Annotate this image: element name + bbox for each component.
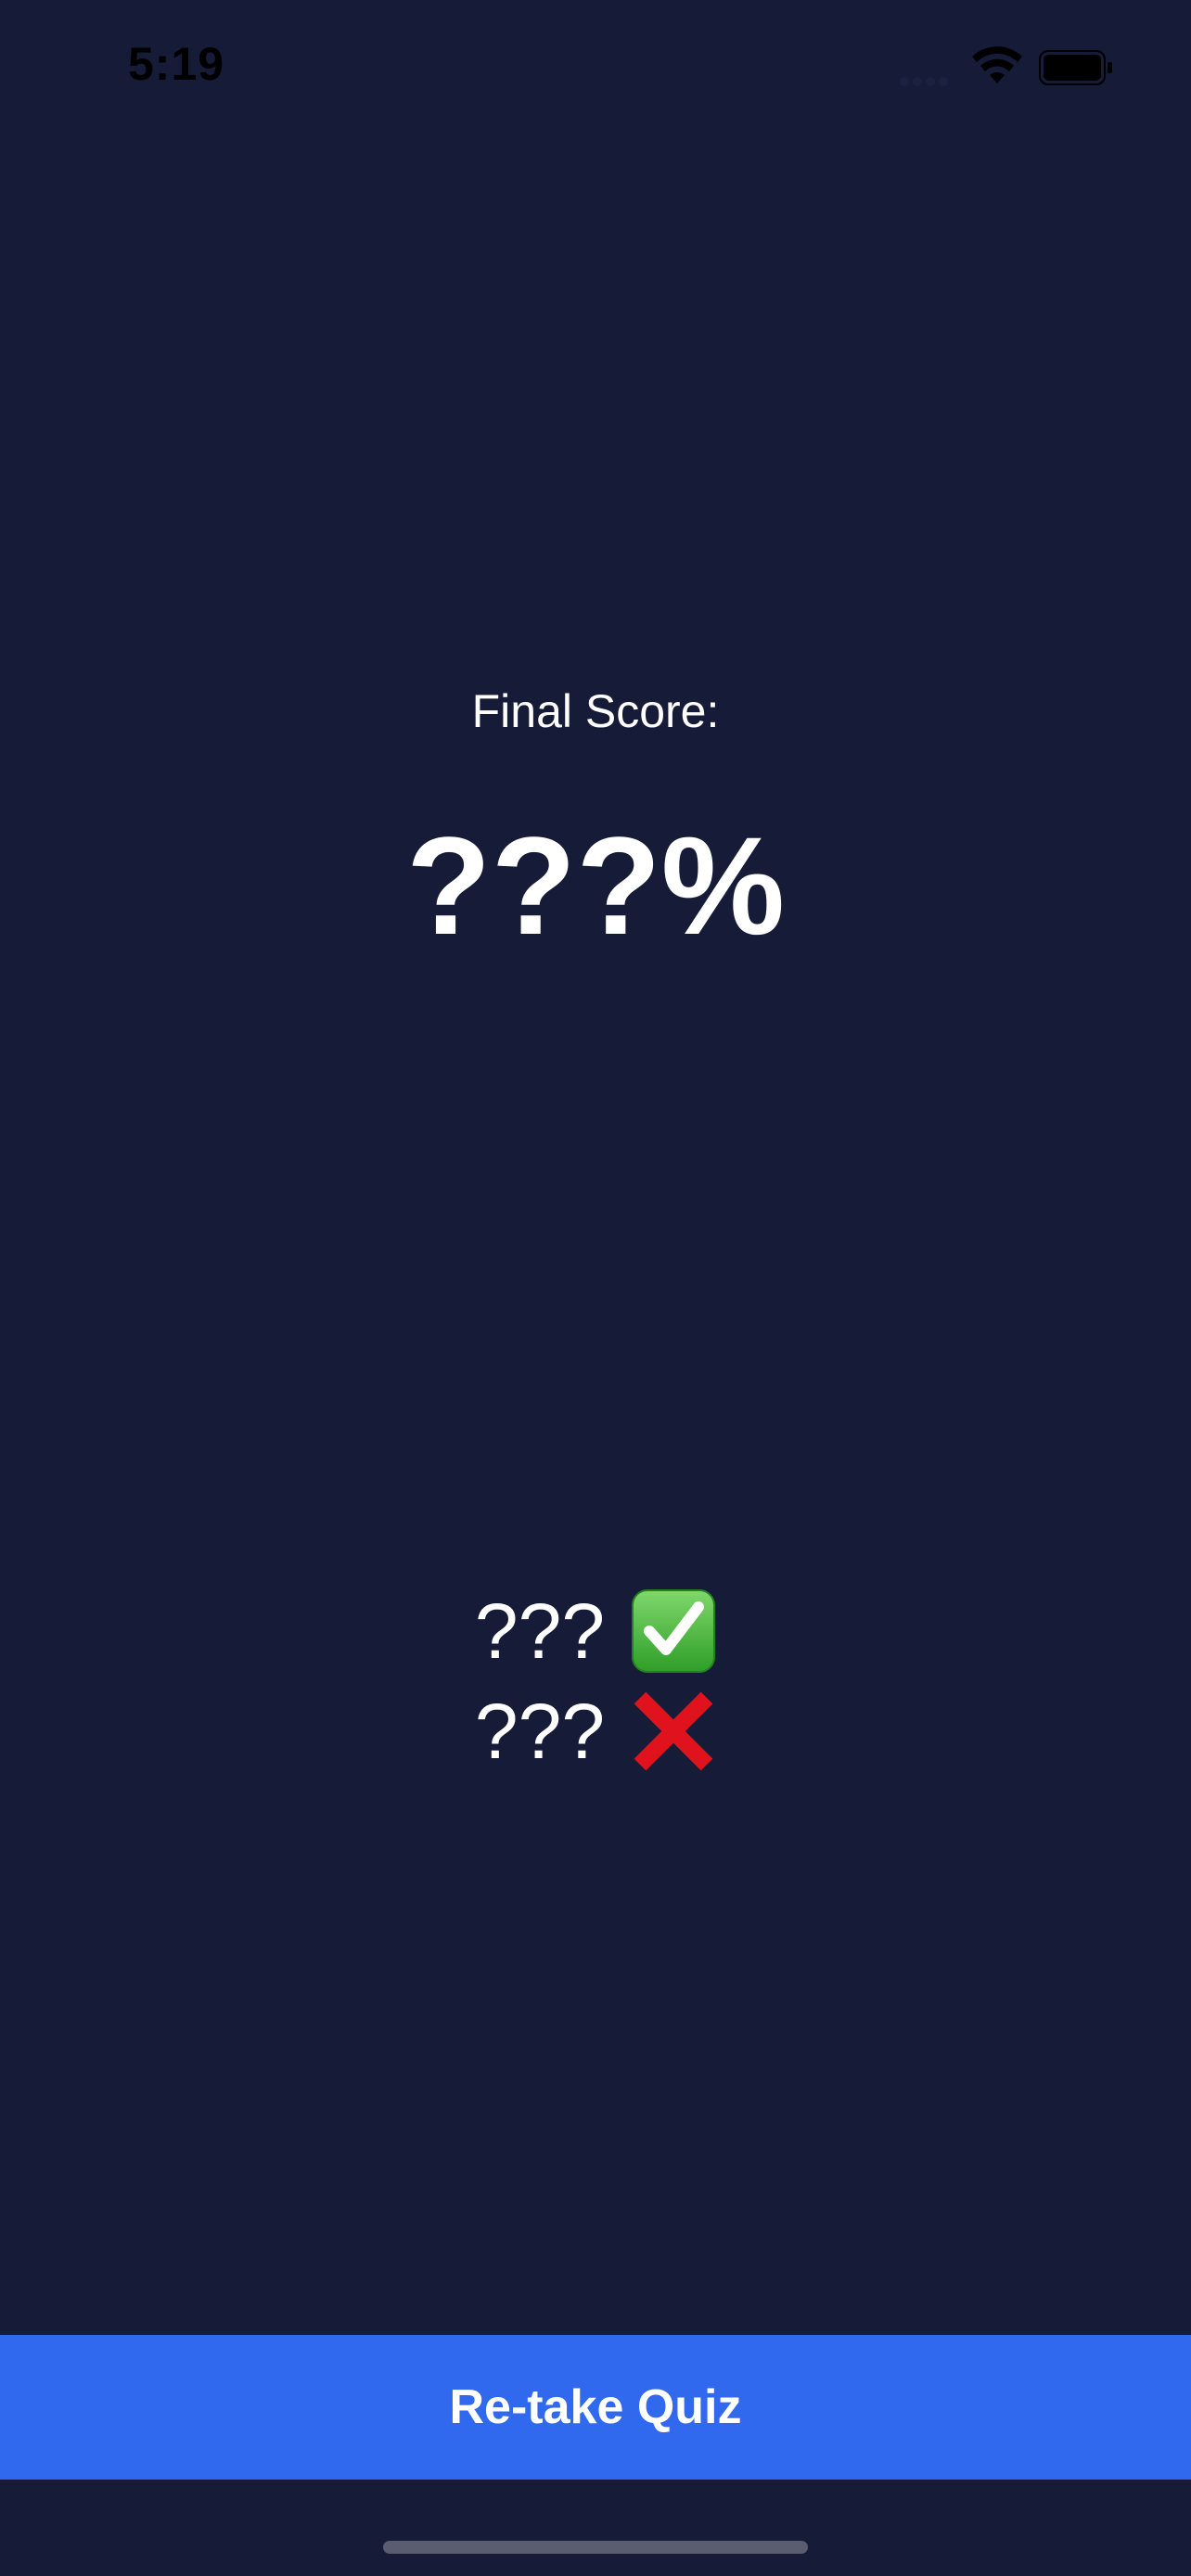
retake-quiz-button[interactable]: Re-take Quiz [0, 2335, 1191, 2480]
cellular-signal-icon [900, 74, 957, 86]
check-mark-icon [632, 1589, 716, 1673]
final-score-value: ???% [405, 808, 786, 963]
incorrect-row: ??? [0, 1681, 1191, 1781]
retake-quiz-label: Re-take Quiz [449, 2380, 742, 2434]
cross-mark-icon [634, 1691, 713, 1771]
final-score-label: Final Score: [471, 685, 720, 737]
battery-icon [1039, 50, 1112, 85]
status-time: 5:19 [128, 38, 225, 90]
answer-tally: ??? ??? [0, 1581, 1191, 1781]
correct-count: ??? [474, 1588, 606, 1675]
incorrect-count: ??? [474, 1688, 606, 1775]
home-indicator[interactable] [383, 2541, 808, 2554]
wifi-icon [972, 46, 1022, 83]
status-bar: 5:19 [0, 0, 1191, 139]
correct-row: ??? [0, 1581, 1191, 1681]
